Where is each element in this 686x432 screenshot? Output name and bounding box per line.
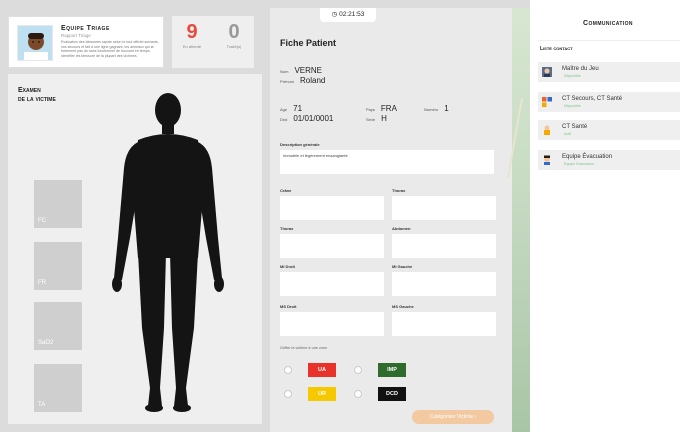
input-thorax-top[interactable] (392, 196, 496, 220)
field-prenom: Prénom Roland (280, 76, 326, 85)
input-thorax[interactable] (280, 234, 384, 258)
contact-status: Equipe Evacuation (564, 162, 594, 166)
team-subtitle: Rapport Triage (61, 33, 91, 38)
field-nom: Nom VERNE (280, 66, 323, 75)
counter-treated-label: Traité(s) (226, 44, 242, 49)
value-pays: FRA (380, 104, 397, 113)
vital-sao2-label: SaO2 (38, 340, 54, 346)
gamemaster-icon (542, 67, 552, 77)
label-mi-droit: MI Droit (280, 264, 295, 269)
victim-exam-panel: Examen de la victime FC FR SaO2 TA (8, 74, 262, 424)
vital-fc[interactable]: FC (34, 180, 82, 228)
team-description: Evaluation des blessures rapide selon le… (61, 40, 159, 58)
contact-name: CT Secours, CT Santé (562, 96, 623, 102)
counter-waiting-value: 9 (186, 21, 198, 43)
medic-icon (544, 125, 550, 135)
value-age: 71 (293, 104, 303, 113)
contact-ct-secours-sante[interactable]: CT Secours, CT Santé Disponible (538, 92, 680, 112)
team-avatar (17, 25, 53, 61)
body-silhouette[interactable] (108, 88, 228, 418)
label-crane: Crâne (280, 188, 292, 193)
vital-ta[interactable]: TA (34, 364, 82, 412)
vital-fr-label: FR (38, 280, 46, 286)
vital-sao2[interactable]: SaO2 (34, 302, 82, 350)
value-nom: VERNE (294, 66, 323, 75)
contact-status: Disponible (564, 104, 581, 108)
input-abdomen[interactable] (392, 234, 496, 258)
exam-title-line1: Examen (18, 87, 41, 94)
contact-status: Disponible (564, 74, 581, 78)
label-thorax: Thorax (280, 226, 294, 231)
evacuation-icon (544, 155, 550, 165)
zone-note: Griffer la victime à une zone (280, 346, 328, 350)
vital-fc-label: FC (38, 218, 46, 224)
contact-status: Actif (564, 132, 571, 136)
tag-ur[interactable]: UR (308, 387, 336, 401)
communication-title: Communication (583, 20, 633, 27)
group-icon (542, 97, 552, 107)
radio-imp[interactable] (354, 366, 362, 374)
counter-waiting-label: En attente (182, 44, 202, 49)
tag-imp[interactable]: IMP (378, 363, 406, 377)
game-timer: ◷ 02:21:53 (320, 8, 376, 22)
input-mi-gauche[interactable] (392, 272, 496, 296)
map-strip[interactable] (512, 8, 530, 432)
input-crane[interactable] (280, 196, 384, 220)
value-numero: 1 (444, 104, 449, 113)
input-ms-gauche[interactable] (392, 312, 496, 336)
input-mi-droit[interactable] (280, 272, 384, 296)
radio-ur[interactable] (284, 390, 292, 398)
categorize-button-label: Catégoriser Victime (429, 414, 474, 420)
field-dnd: Dnd 01/01/0001 (280, 114, 334, 123)
app-root: Equipe Triage Rapport Triage Evaluation … (0, 0, 686, 432)
sheet-title: Fiche Patient (280, 38, 337, 48)
value-sexe: H (381, 114, 387, 123)
tag-ua[interactable]: UA (308, 363, 336, 377)
description-input[interactable]: Immobile et légèrement ensanglanté (280, 150, 494, 174)
field-age: Age 71 (280, 104, 303, 113)
timer-value: 02:21:53 (339, 11, 365, 18)
label-ms-gauche: MS Gauche (392, 304, 414, 309)
value-prenom: Roland (300, 76, 326, 85)
contact-name: Maître du Jeu (562, 66, 599, 72)
exam-title-line2: de la victime (18, 96, 56, 103)
team-card: Equipe Triage Rapport Triage Evaluation … (8, 16, 164, 68)
label-ms-droit: MS Droit (280, 304, 297, 309)
counter-treated-value: 0 (228, 21, 240, 43)
arrow-right-icon: › (474, 414, 477, 420)
vital-ta-label: TA (38, 402, 46, 408)
categorize-button[interactable]: Catégoriser Victime › (412, 410, 494, 424)
description-label: Description générale (280, 142, 320, 147)
divider (538, 40, 680, 41)
radio-ua[interactable] (284, 366, 292, 374)
exam-title: Examen de la victime (18, 86, 56, 104)
radio-dcd[interactable] (354, 390, 362, 398)
team-name: Equipe Triage (61, 25, 110, 32)
contact-name: Equipe Évacuation (562, 154, 613, 160)
tag-dcd[interactable]: DCD (378, 387, 406, 401)
contact-maitre-du-jeu[interactable]: Maître du Jeu Disponible (538, 62, 680, 82)
field-numero: Numéro 1 (424, 104, 449, 113)
vital-fr[interactable]: FR (34, 242, 82, 290)
contact-equipe-evacuation[interactable]: Equipe Évacuation Equipe Evacuation (538, 150, 680, 170)
label-mi-gauche: MI Gauche (392, 264, 413, 269)
counter-treated: 0 Traité(s) (216, 20, 252, 49)
clock-icon: ◷ (331, 11, 338, 18)
field-pays: Pays FRA (366, 104, 397, 113)
value-dnd: 01/01/0001 (293, 114, 334, 123)
input-ms-droit[interactable] (280, 312, 384, 336)
label-abdomen: Abdomen (392, 226, 411, 231)
label-thorax-top: Thorax (392, 188, 406, 193)
contact-name: CT Santé (562, 124, 588, 130)
contact-list-title: Liste contact (540, 46, 573, 52)
victim-counters: 9 En attente 0 Traité(s) (172, 16, 254, 68)
field-sexe: Sexe H (366, 114, 387, 123)
patient-sheet: ◷ 02:21:53 Fiche Patient Nom VERNE Prénom… (270, 8, 512, 432)
counter-waiting: 9 En attente (174, 20, 210, 49)
communication-panel: Communication Liste contact Maître du Je… (530, 0, 686, 432)
contact-ct-sante[interactable]: CT Santé Actif (538, 120, 680, 140)
